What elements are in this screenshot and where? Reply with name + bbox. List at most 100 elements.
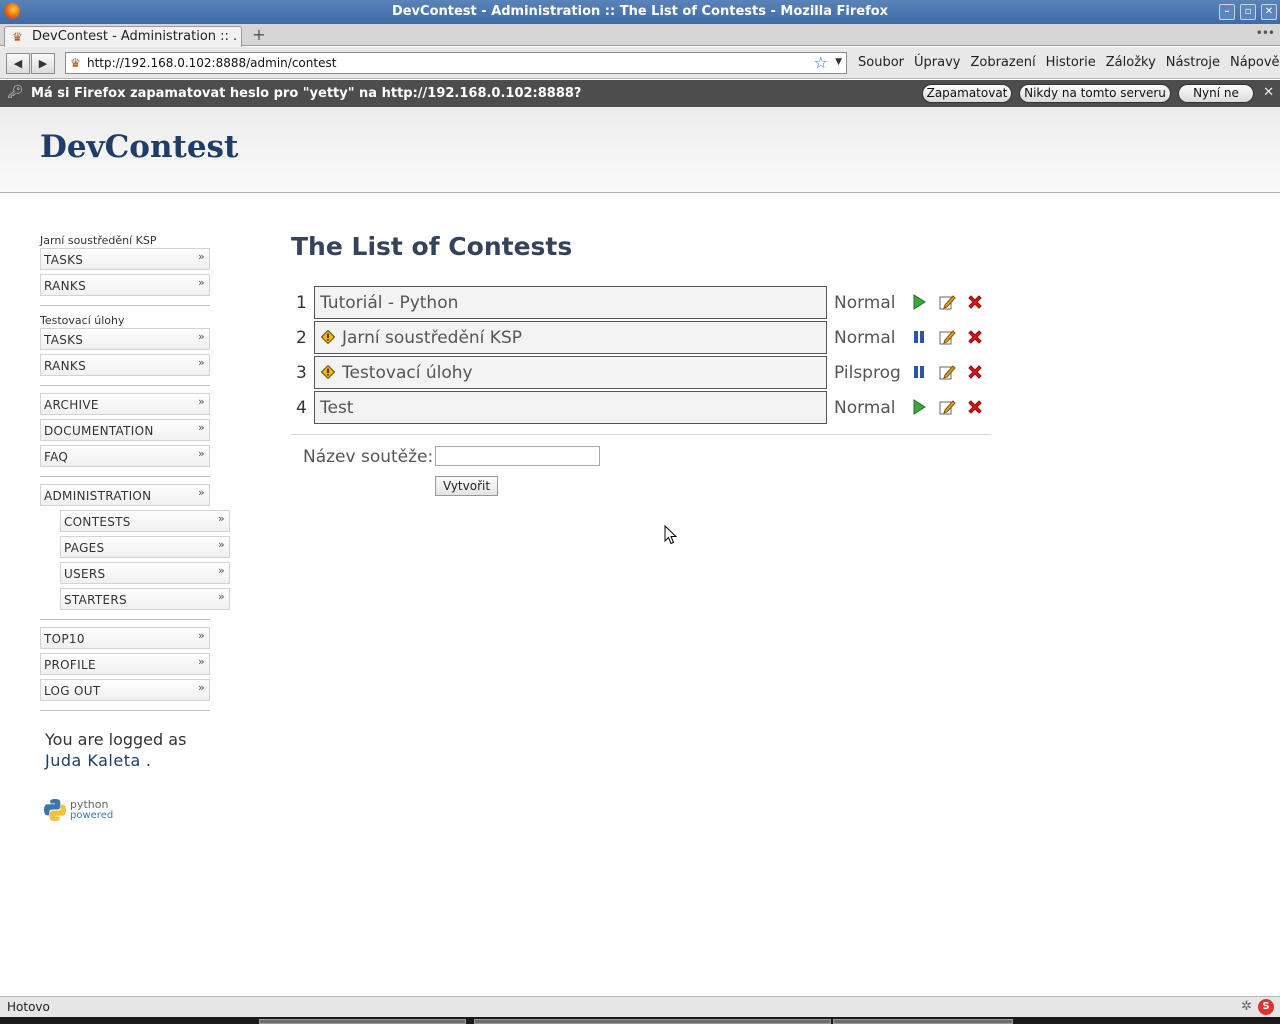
never-remember-button[interactable]: Nikdy na tomto serveru	[1019, 84, 1171, 103]
new-tab-button[interactable]: +	[251, 25, 267, 44]
contest-name-box[interactable]: Testovací úlohy	[314, 356, 827, 389]
site-trophy-icon: ♛	[70, 56, 81, 70]
contest-type: Pilsprog	[834, 363, 901, 383]
logged-in-info: You are logged as Juda Kaleta .	[45, 729, 186, 771]
python-powered-logo: python powered	[43, 798, 113, 824]
sidebar-item-logout[interactable]: LOG OUT »	[40, 679, 210, 701]
delete-icon[interactable]	[966, 398, 984, 416]
contest-name: Test	[320, 398, 354, 418]
contest-number: 2	[296, 328, 307, 348]
sidebar-item-label: CONTESTS	[64, 515, 131, 529]
sidebar-item-label: LOG OUT	[44, 684, 101, 698]
window-title: DevContest - Administration :: The List …	[391, 4, 889, 19]
sidebar-group-title-test: Testovací úlohy	[40, 314, 125, 327]
sidebar-item-label: USERS	[64, 567, 106, 581]
sidebar-item-ranks-ksp[interactable]: RANKS »	[40, 274, 210, 296]
sidebar-item-top10[interactable]: TOP10 »	[40, 627, 210, 649]
content-divider	[291, 434, 991, 435]
tab-active[interactable]: ♛ DevContest - Administration :: ...	[4, 26, 242, 47]
forward-button[interactable]: ▶	[31, 53, 55, 74]
site-logo[interactable]: DevContest	[40, 129, 238, 165]
menu-napoveda[interactable]: Nápověda	[1230, 55, 1280, 70]
page-title: The List of Contests	[291, 232, 573, 261]
delete-icon[interactable]	[966, 328, 984, 346]
contest-name-box[interactable]: Tutoriál - Python	[314, 286, 827, 319]
play-icon[interactable]	[910, 293, 928, 311]
sidebar-item-archive[interactable]: ARCHIVE »	[40, 393, 210, 415]
desktop-taskbar	[0, 1017, 1280, 1024]
tab-list-button[interactable]: •••	[1256, 26, 1275, 40]
navigation-toolbar: ◀ ▶ ♛ http://192.168.0.102:8888/admin/co…	[0, 47, 1280, 79]
close-notification-icon[interactable]: ✕	[1263, 85, 1274, 100]
edit-icon[interactable]	[938, 293, 956, 311]
taskbar-item[interactable]	[833, 1019, 1013, 1024]
bookmark-star-icon[interactable]: ☆	[814, 53, 828, 72]
sidebar-item-tasks-ksp[interactable]: TASKS »	[40, 248, 210, 270]
sidebar-subitem-starters[interactable]: STARTERS »	[60, 588, 230, 610]
sidebar-subitem-contests[interactable]: CONTESTS »	[60, 510, 230, 532]
python-logo-icon	[44, 799, 66, 821]
create-contest-button[interactable]: Vytvořit	[435, 476, 498, 496]
chevron-right-icon: »	[197, 486, 205, 499]
not-now-button[interactable]: Nyní ne	[1178, 84, 1254, 103]
url-bar[interactable]: ♛ http://192.168.0.102:8888/admin/contes…	[65, 52, 847, 74]
key-icon: 🔑︎	[7, 85, 24, 100]
pause-icon[interactable]	[910, 328, 928, 346]
menu-zalozky[interactable]: Záložky	[1106, 55, 1156, 70]
play-icon[interactable]	[910, 398, 928, 416]
mouse-cursor-icon	[664, 525, 678, 545]
sidebar-divider	[40, 305, 210, 306]
sidebar-subitem-pages[interactable]: PAGES »	[60, 536, 230, 558]
delete-icon[interactable]	[966, 293, 984, 311]
sidebar-item-administration[interactable]: ADMINISTRATION »	[40, 484, 210, 506]
delete-icon[interactable]	[966, 363, 984, 381]
contest-row: 2 Jarní soustředění KSP Normal	[291, 321, 991, 354]
sidebar-item-tasks-test[interactable]: TASKS »	[40, 328, 210, 350]
menu-historie[interactable]: Historie	[1046, 55, 1096, 70]
menu-nastroje[interactable]: Nástroje	[1166, 55, 1220, 70]
sidebar-item-label: PROFILE	[44, 658, 96, 672]
contest-type: Normal	[834, 398, 896, 418]
notification-message: Má si Firefox zapamatovat heslo pro "yet…	[31, 86, 582, 101]
chevron-right-icon: »	[197, 250, 205, 263]
taskbar-item[interactable]	[474, 1019, 831, 1024]
taskbar-item[interactable]	[259, 1019, 466, 1024]
close-window-button[interactable]: ✕	[1261, 4, 1277, 20]
contest-name-input[interactable]	[435, 446, 600, 466]
addon-s-icon[interactable]: S	[1258, 999, 1274, 1015]
chevron-right-icon: »	[217, 590, 225, 603]
contest-name-box[interactable]: Test	[314, 391, 827, 424]
back-button[interactable]: ◀	[6, 53, 30, 74]
pause-icon[interactable]	[910, 363, 928, 381]
sidebar-item-faq[interactable]: FAQ »	[40, 445, 210, 467]
edit-icon[interactable]	[938, 363, 956, 381]
minimize-button[interactable]: –	[1219, 4, 1235, 20]
sidebar-group-title-ksp: Jarní soustředění KSP	[40, 234, 157, 247]
sidebar-item-documentation[interactable]: DOCUMENTATION »	[40, 419, 210, 441]
contest-name-box[interactable]: Jarní soustředění KSP	[314, 321, 827, 354]
contest-row: 3 Testovací úlohy Pilsprog	[291, 356, 991, 389]
remember-password-button[interactable]: Zapamatovat	[922, 84, 1012, 103]
sidebar-item-profile[interactable]: PROFILE »	[40, 653, 210, 675]
chevron-right-icon: »	[197, 330, 205, 343]
menu-upravy[interactable]: Úpravy	[914, 55, 960, 70]
contest-number: 3	[296, 363, 307, 383]
edit-icon[interactable]	[938, 328, 956, 346]
maximize-button[interactable]: ▫	[1240, 4, 1256, 20]
sidebar-divider	[40, 476, 210, 477]
edit-icon[interactable]	[938, 398, 956, 416]
sidebar-item-label: TOP10	[44, 632, 85, 646]
url-text[interactable]: http://192.168.0.102:8888/admin/contest	[87, 56, 336, 70]
sidebar-item-ranks-test[interactable]: RANKS »	[40, 354, 210, 376]
contest-name: Tutoriál - Python	[320, 293, 459, 313]
contest-row: 1 Tutoriál - Python Normal	[291, 286, 991, 319]
addon-bug-icon[interactable]: ✲	[1241, 999, 1252, 1014]
sidebar-divider	[40, 385, 210, 386]
sidebar-divider	[40, 710, 210, 711]
sidebar-subitem-users[interactable]: USERS »	[60, 562, 230, 584]
menu-soubor[interactable]: Soubor	[858, 55, 904, 70]
menu-zobrazeni[interactable]: Zobrazení	[970, 55, 1035, 70]
url-dropdown-icon[interactable]: ▼	[835, 57, 842, 67]
sidebar-item-label: FAQ	[44, 450, 69, 464]
logged-in-user[interactable]: Juda Kaleta	[45, 751, 141, 770]
